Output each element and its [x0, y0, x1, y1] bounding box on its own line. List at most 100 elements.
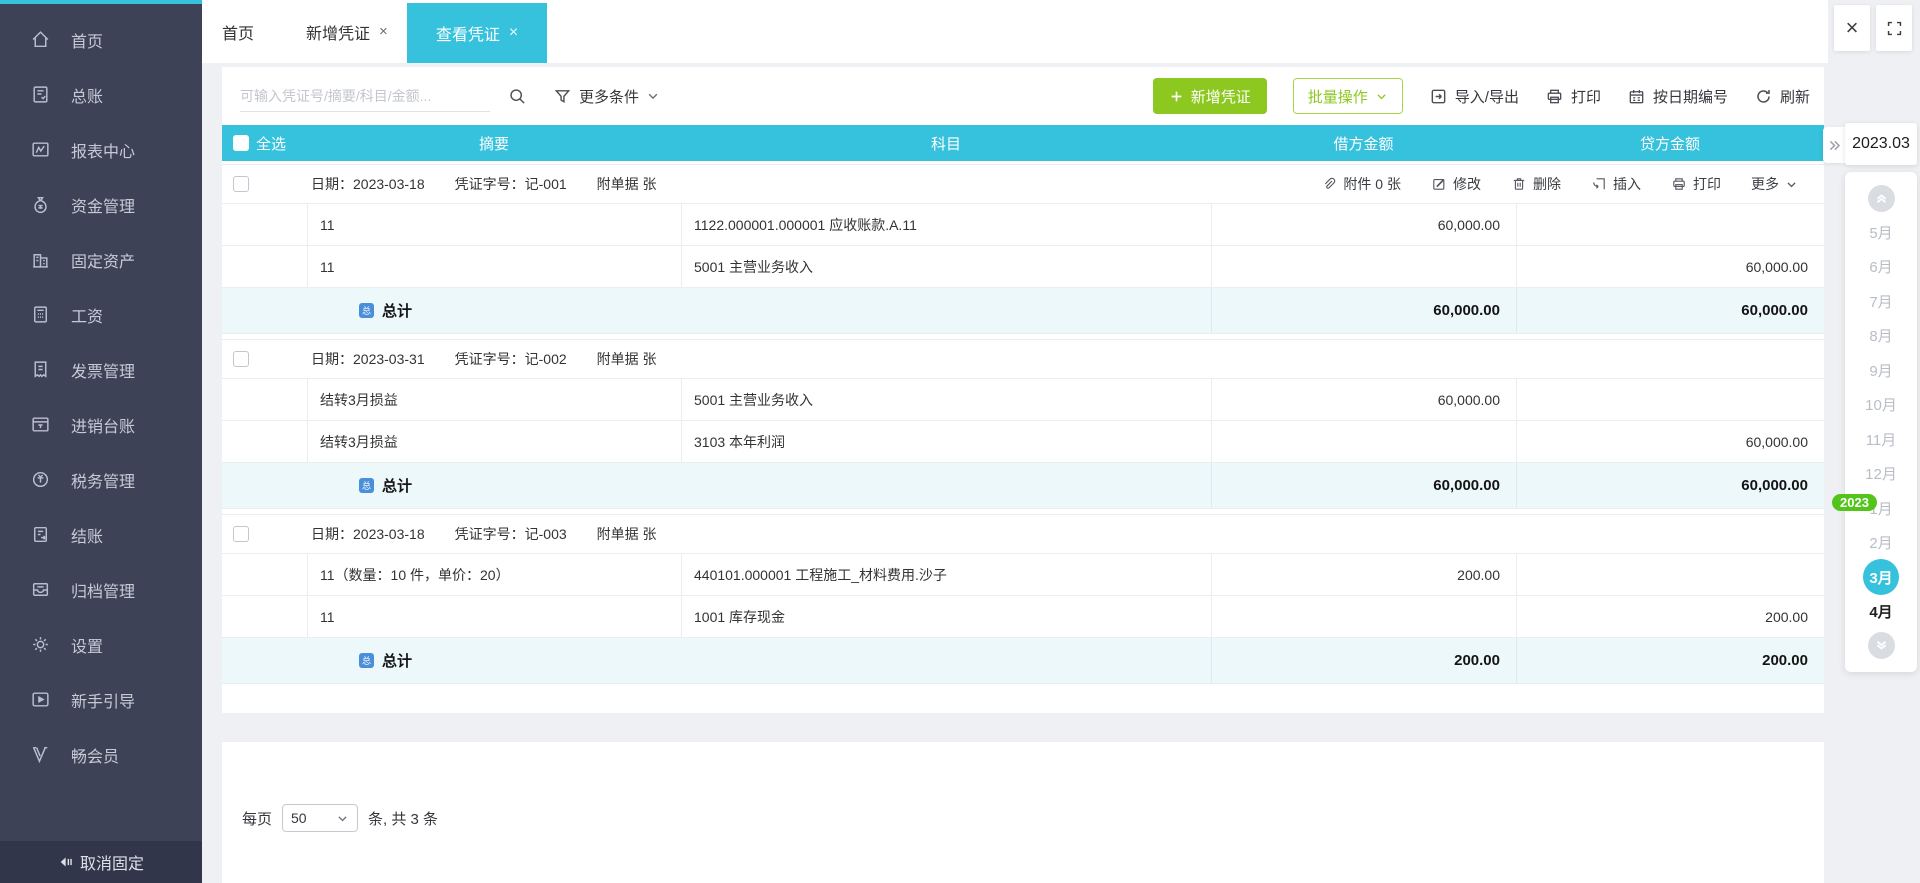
insert-button[interactable]: 插入: [1591, 174, 1641, 194]
voucher-sum-row: 总 总计 60,000.00 60,000.00: [222, 462, 1824, 508]
voucher-date: 日期：2023-03-31: [311, 349, 425, 369]
add-voucher-label: 新增凭证: [1191, 86, 1251, 107]
voucher-group: 日期：2023-03-18 凭证字号：记-003 附单据 张 11（数量：10 …: [222, 514, 1824, 684]
sidebar-item-guide[interactable]: 新手引导: [0, 672, 202, 727]
month-item[interactable]: 9月: [1845, 353, 1917, 388]
month-item[interactable]: 11月: [1845, 422, 1917, 457]
voucher-group-header: 日期：2023-03-18 凭证字号：记-003 附单据 张: [222, 515, 1824, 553]
sidebar-item-label: 税务管理: [71, 468, 135, 492]
print-button[interactable]: 打印: [1545, 86, 1601, 107]
plus-icon: [1169, 89, 1184, 104]
voucher-group: 日期：2023-03-31 凭证字号：记-002 附单据 张 结转3月损益 50…: [222, 339, 1824, 509]
import-export-button[interactable]: 导入/导出: [1429, 86, 1519, 107]
number-by-date-button[interactable]: 按日期编号: [1627, 86, 1728, 107]
group-checkbox[interactable]: [233, 526, 249, 542]
month-item[interactable]: 6月: [1845, 250, 1917, 285]
guide-icon: [30, 689, 51, 710]
print-row-button[interactable]: 打印: [1671, 174, 1721, 194]
entry-summary: 11（数量：10 件，单价：20）: [307, 554, 681, 595]
select-all-checkbox[interactable]: [233, 135, 249, 151]
sidebar-item-settings[interactable]: 设置: [0, 617, 202, 672]
more-actions-button[interactable]: 更多: [1751, 174, 1798, 194]
month-item[interactable]: 8月: [1845, 319, 1917, 354]
voucher-date: 日期：2023-03-18: [311, 524, 425, 544]
month-item[interactable]: 4月: [1845, 595, 1917, 630]
search-icon[interactable]: [508, 87, 527, 106]
sum-credit: 60,000.00: [1516, 463, 1824, 508]
tab-home[interactable]: 首页: [222, 0, 254, 63]
month-item[interactable]: 2月: [1845, 526, 1917, 561]
panel-collapse-button[interactable]: [1823, 127, 1845, 163]
search-input[interactable]: [240, 88, 490, 104]
month-item-label: 3月: [1863, 559, 1899, 595]
more-filters-button[interactable]: 更多条件: [553, 86, 660, 107]
sidebar-unpin-button[interactable]: 取消固定: [0, 841, 202, 883]
tab-new-voucher[interactable]: 新增凭证 ×: [306, 0, 388, 63]
entry-credit: [1516, 379, 1824, 420]
month-item-active[interactable]: 3月: [1845, 560, 1917, 595]
month-item[interactable]: 5月: [1845, 215, 1917, 250]
sidebar-item-home[interactable]: 首页: [0, 12, 202, 67]
sidebar-item-label: 畅会员: [71, 743, 119, 767]
tab-view-voucher[interactable]: 查看凭证 ×: [407, 3, 547, 63]
sum-label: 总计: [382, 300, 412, 321]
add-voucher-button[interactable]: 新增凭证: [1153, 78, 1267, 114]
column-header-summary[interactable]: 摘要: [307, 133, 681, 154]
window-close-button[interactable]: ×: [1834, 5, 1870, 51]
delete-label: 删除: [1533, 174, 1561, 194]
import-export-icon: [1429, 87, 1448, 106]
entry-subject: 5001 主营业务收入: [681, 379, 1211, 420]
sidebar-item-label: 工资: [71, 303, 103, 327]
voucher-entry-row[interactable]: 11 5001 主营业务收入 60,000.00: [222, 245, 1824, 287]
sidebar-item-general-ledger[interactable]: 总账: [0, 67, 202, 122]
sidebar-item-report-center[interactable]: 报表中心: [0, 122, 202, 177]
column-header-debit[interactable]: 借方金额: [1211, 133, 1516, 154]
sidebar-item-archive[interactable]: 归档管理: [0, 562, 202, 617]
month-item[interactable]: 7月: [1845, 284, 1917, 319]
sidebar-item-member[interactable]: 畅会员: [0, 727, 202, 782]
entry-credit: 200.00: [1516, 596, 1824, 637]
refresh-button[interactable]: 刷新: [1754, 86, 1810, 107]
edit-button[interactable]: 修改: [1431, 174, 1481, 194]
entry-credit: 60,000.00: [1516, 421, 1824, 462]
printer-icon: [1671, 176, 1687, 192]
voucher-entry-row[interactable]: 11 1001 库存现金 200.00: [222, 595, 1824, 637]
tab-close-icon[interactable]: ×: [379, 23, 388, 40]
batch-operations-button[interactable]: 批量操作: [1293, 78, 1403, 114]
column-header-subject[interactable]: 科目: [681, 133, 1211, 154]
delete-button[interactable]: 删除: [1511, 174, 1561, 194]
voucher-entry-row[interactable]: 11 1122.000001.000001 应收账款.A.11 60,000.0…: [222, 203, 1824, 245]
toolbar: 更多条件 新增凭证 批量操作 导入/导出 打印: [222, 67, 1824, 125]
sidebar-item-fixed-assets[interactable]: 固定资产: [0, 232, 202, 287]
voucher-entry-row[interactable]: 结转3月损益 3103 本年利润 60,000.00: [222, 420, 1824, 462]
group-checkbox[interactable]: [233, 176, 249, 192]
month-item[interactable]: 12月: [1845, 457, 1917, 492]
window-controls: ×: [1828, 0, 1920, 63]
funds-icon: [30, 194, 51, 215]
scroll-down-button[interactable]: [1868, 632, 1895, 659]
member-icon: [30, 744, 51, 765]
sidebar-item-purchase-sales[interactable]: 进销台账: [0, 397, 202, 452]
sidebar-item-funds[interactable]: 资金管理: [0, 177, 202, 232]
voucher-entry-row[interactable]: 11（数量：10 件，单价：20） 440101.000001 工程施工_材料费…: [222, 553, 1824, 595]
voucher-entry-row[interactable]: 结转3月损益 5001 主营业务收入 60,000.00: [222, 378, 1824, 420]
sidebar-item-label: 新手引导: [71, 688, 135, 712]
sum-label: 总计: [382, 650, 412, 671]
chevron-down-icon: [1375, 90, 1388, 103]
attachment-button[interactable]: 附件 0 张: [1321, 174, 1401, 194]
sidebar-item-tax[interactable]: 税务管理: [0, 452, 202, 507]
sidebar-item-closing[interactable]: 结账: [0, 507, 202, 562]
print-label: 打印: [1571, 86, 1601, 107]
month-item[interactable]: 10月: [1845, 388, 1917, 423]
sidebar-item-payroll[interactable]: 工资: [0, 287, 202, 342]
window-fullscreen-button[interactable]: [1876, 5, 1912, 51]
per-page-select[interactable]: 50: [282, 804, 358, 832]
entry-subject: 3103 本年利润: [681, 421, 1211, 462]
insert-label: 插入: [1613, 174, 1641, 194]
scroll-up-button[interactable]: [1868, 185, 1895, 212]
group-checkbox[interactable]: [233, 351, 249, 367]
voucher-group: 日期：2023-03-18 凭证字号：记-001 附单据 张 附件 0 张 修改: [222, 164, 1824, 334]
tab-close-icon[interactable]: ×: [509, 24, 518, 42]
column-header-credit[interactable]: 贷方金额: [1516, 133, 1824, 154]
sidebar-item-invoice[interactable]: 发票管理: [0, 342, 202, 397]
